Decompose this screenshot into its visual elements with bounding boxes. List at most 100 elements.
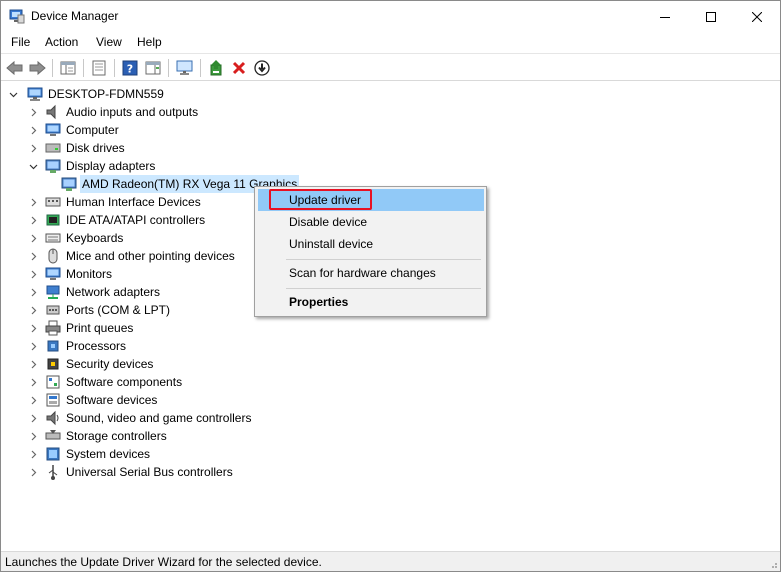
chevron-right-icon[interactable] [27,229,39,247]
port-icon [45,302,61,318]
tree-category-ide-controllers[interactable]: IDE ATA/ATAPI controllers [27,211,207,229]
category-label: IDE ATA/ATAPI controllers [66,213,206,227]
tree-category-ports[interactable]: Ports (COM & LPT) [27,301,172,319]
tree-category-hid[interactable]: Human Interface Devices [27,193,203,211]
chevron-right-icon[interactable] [27,121,39,139]
ctx-uninstall-device[interactable]: Uninstall device [258,233,484,255]
tree-category-processors[interactable]: Processors [27,337,128,355]
tree-category-usb-controllers[interactable]: Universal Serial Bus controllers [27,463,235,481]
tree-category-system-devices[interactable]: System devices [27,445,152,463]
scan-hardware-button[interactable] [175,58,195,78]
tree-category-computer[interactable]: Computer [27,121,121,139]
resize-grip-icon[interactable] [768,559,778,569]
tree-category-print-queues[interactable]: Print queues [27,319,135,337]
category-label: Keyboards [66,231,124,245]
maximize-button[interactable] [688,1,734,32]
chevron-right-icon[interactable] [27,247,39,265]
chevron-right-icon[interactable] [27,301,39,319]
ctx-properties[interactable]: Properties [258,291,484,313]
category-label: Universal Serial Bus controllers [66,465,233,479]
update-driver-toolbar-button[interactable] [206,58,226,78]
chevron-right-icon[interactable] [27,103,39,121]
device-manager-window: Device Manager File Action View Help ? D… [0,0,781,572]
chevron-down-icon[interactable] [7,85,19,103]
monitor-icon [45,266,61,282]
ctx-update-driver[interactable]: Update driver [258,189,484,211]
tree-category-display-adapters[interactable]: Display adapters [27,157,157,175]
help-icon: ? [122,60,138,76]
tree-category-sound-video-game[interactable]: Sound, video and game controllers [27,409,253,427]
title-bar: Device Manager [1,1,780,32]
processor-icon [45,338,61,354]
toolbar: ? [1,53,780,81]
toolbar-separator [83,59,84,77]
uninstall-x-icon [232,61,246,75]
menu-file[interactable]: File [11,35,30,49]
chevron-right-icon[interactable] [27,139,39,157]
menu-view[interactable]: View [96,35,122,49]
chevron-right-icon[interactable] [27,265,39,283]
ctx-scan-hardware-changes[interactable]: Scan for hardware changes [258,262,484,284]
usb-icon [45,464,61,480]
forward-icon [29,60,46,76]
category-label: System devices [66,447,151,461]
uninstall-device-button[interactable] [229,58,249,78]
update-driver-icon [210,60,222,76]
toolbar-separator [168,59,169,77]
tree-category-network-adapters[interactable]: Network adapters [27,283,162,301]
device-manager-app-icon [9,8,25,24]
chevron-right-icon[interactable] [27,463,39,481]
ctx-disable-device[interactable]: Disable device [258,211,484,233]
menu-bar: File Action View Help [1,32,780,53]
category-label: Computer [66,123,119,137]
chevron-right-icon[interactable] [27,337,39,355]
help-button[interactable]: ? [120,58,140,78]
menu-action[interactable]: Action [45,35,78,49]
disable-device-button[interactable] [252,58,272,78]
tree-category-software-devices[interactable]: Software devices [27,391,159,409]
chevron-right-icon[interactable] [27,355,39,373]
computer-icon [27,86,43,102]
toolbar-separator [114,59,115,77]
tree-category-mice[interactable]: Mice and other pointing devices [27,247,237,265]
chevron-right-icon[interactable] [27,193,39,211]
mouse-icon [45,248,61,264]
maximize-icon [706,11,716,22]
computer-name-label: DESKTOP-FDMN559 [48,87,164,101]
tree-category-security-devices[interactable]: Security devices [27,355,155,373]
ide-controller-icon [45,212,61,228]
forward-button[interactable] [27,58,47,78]
chevron-right-icon[interactable] [27,319,39,337]
show-hide-tree-button[interactable] [58,58,78,78]
chevron-right-icon[interactable] [27,211,39,229]
tree-category-disk-drives[interactable]: Disk drives [27,139,127,157]
chevron-right-icon[interactable] [27,445,39,463]
menu-help[interactable]: Help [137,35,162,49]
action-pane-icon [145,61,161,75]
tree-root[interactable]: DESKTOP-FDMN559 [7,85,166,103]
back-button[interactable] [5,58,25,78]
svg-text:?: ? [127,63,133,76]
display-adapter-icon [61,176,77,192]
action-pane-button[interactable] [143,58,163,78]
tree-category-keyboards[interactable]: Keyboards [27,229,125,247]
tree-category-software-components[interactable]: Software components [27,373,184,391]
software-device-icon [45,392,61,408]
printer-icon [45,320,61,336]
tree-category-monitors[interactable]: Monitors [27,265,114,283]
chevron-right-icon[interactable] [27,283,39,301]
chevron-right-icon[interactable] [27,373,39,391]
chevron-right-icon[interactable] [27,391,39,409]
speaker-icon [45,104,61,120]
tree-category-storage-controllers[interactable]: Storage controllers [27,427,169,445]
category-label: Mice and other pointing devices [66,249,235,263]
category-label: Processors [66,339,127,353]
chevron-down-icon[interactable] [27,157,39,175]
minimize-button[interactable] [642,1,688,32]
chevron-right-icon[interactable] [27,427,39,445]
tree-category-audio[interactable]: Audio inputs and outputs [27,103,200,121]
toolbar-separator [52,59,53,77]
properties-button[interactable] [89,58,109,78]
chevron-right-icon[interactable] [27,409,39,427]
close-button[interactable] [734,1,780,32]
